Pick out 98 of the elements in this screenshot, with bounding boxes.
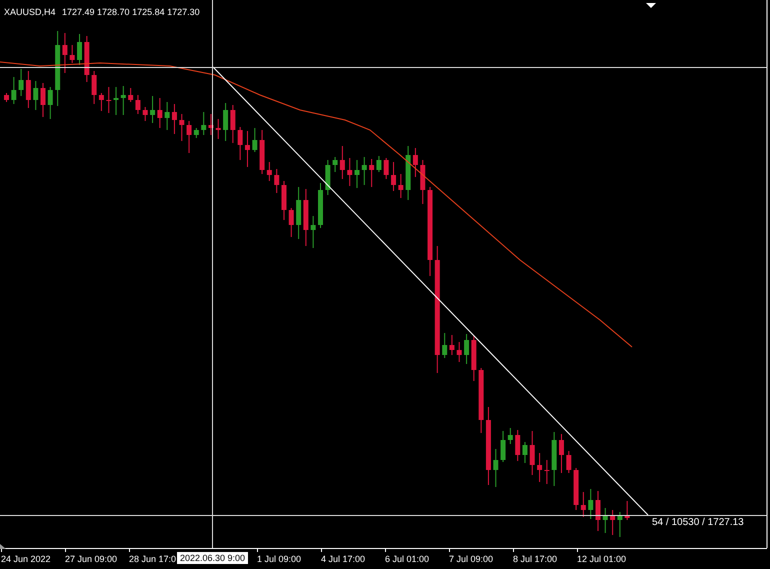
candle [617,512,622,538]
candle [179,114,184,142]
candle [449,334,454,356]
candle [552,432,557,486]
candle [596,490,600,532]
candle [522,442,528,464]
candle [340,146,345,180]
candle [580,492,586,518]
candle [238,126,243,160]
candle [303,188,308,246]
candle [332,156,338,172]
candle [33,80,38,110]
price-readout: 1727.49 1728.70 1725.84 1727.30 [62,6,200,18]
candle [252,128,258,152]
candle [420,160,426,204]
candle [266,162,272,182]
candle [347,158,352,186]
time-label: 7 Jul 09:00 [449,553,494,565]
candle [471,336,476,382]
crosshair-readout: 54 / 10530 / 1727.13 [652,517,744,529]
candle [478,368,484,434]
time-label: 8 Jul 17:00 [513,553,558,565]
candle [384,158,389,180]
candle [442,332,448,358]
candle [530,430,535,476]
candle [493,448,498,488]
candle [566,450,572,474]
candle [274,168,280,194]
candle [398,174,404,198]
candle [98,92,104,112]
candle [354,160,360,188]
candle [77,34,82,66]
candle [376,156,382,172]
candle [164,102,170,130]
candle [610,510,616,536]
candle [500,430,506,462]
time-label: 4 Jul 17:00 [321,553,366,565]
candle [172,104,177,134]
candle [391,162,396,192]
candle [223,102,228,142]
candle [369,158,374,188]
candle [216,118,221,140]
candle [114,86,119,116]
corner-marker-icon [0,544,6,549]
candle [602,508,608,534]
candle [150,96,156,124]
candle [11,76,16,104]
candle [201,112,206,136]
candle [318,182,323,228]
candle [135,94,140,114]
candle [558,434,564,474]
candle [464,334,470,364]
candle [120,86,126,116]
time-label: 1 Jul 09:00 [257,553,302,565]
candle [244,130,250,168]
candle [142,106,148,122]
candle [4,92,9,102]
time-label: 12 Jul 01:00 [577,553,626,565]
time-label: 27 Jun 09:00 [65,553,118,565]
candle [84,36,90,82]
candle [588,488,594,520]
candle [70,44,75,64]
candle [508,428,513,444]
candle [537,452,542,482]
chart-shift-marker-icon[interactable] [646,3,656,8]
time-label: 28 Jun 17:0 [129,553,176,565]
candle [515,430,520,462]
candle [296,186,302,240]
candle [574,468,579,510]
symbol-label: XAUUSD,H4 [4,6,56,18]
candle [92,70,97,104]
candle [26,70,31,108]
candle [624,500,630,520]
crosshair-time-label: 2022.06.30 9:00 [177,552,248,564]
candle [260,130,265,174]
candle [128,88,134,102]
candle [362,156,367,186]
candle [230,104,236,144]
candle [456,342,462,362]
candle [406,146,411,200]
candle [157,98,162,128]
candle [106,86,112,114]
candle [544,460,550,484]
candle [62,32,68,74]
trend-line[interactable] [212,66,648,516]
candle [40,82,46,118]
time-label: 6 Jul 01:00 [385,553,430,565]
candle [48,86,53,120]
candle [186,120,192,154]
candle [325,160,330,196]
candle [310,216,316,248]
candle [288,208,294,238]
candle [194,128,199,138]
candle [208,114,214,136]
candle [412,148,418,178]
candle [282,180,286,220]
time-label: 24 Jun 2022 [1,553,51,565]
candle [18,68,24,96]
